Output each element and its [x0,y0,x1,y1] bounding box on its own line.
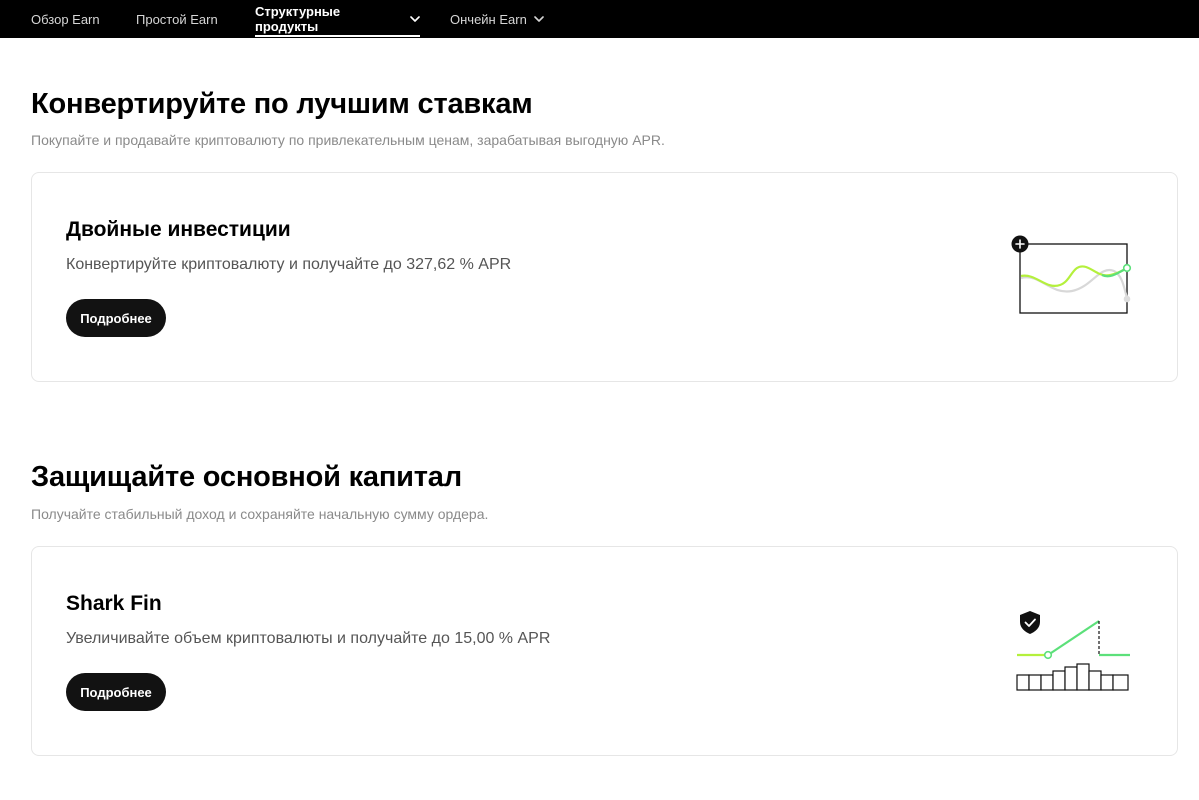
section-title: Конвертируйте по лучшим ставкам [31,88,533,120]
product-card-shark-fin: Shark Fin Увеличивайте объем криптовалют… [31,546,1178,756]
learn-more-button[interactable]: Подробнее [66,673,166,711]
chevron-down-icon [534,16,544,22]
nav-tab-label: Обзор Earn [31,11,100,27]
card-description: Увеличивайте объем криптовалюты и получа… [66,630,551,647]
card-title: Shark Fin [66,592,162,615]
nav-tab-structured-products[interactable]: Структурные продукты [255,0,420,38]
chevron-down-icon [410,16,420,22]
top-navigation: Обзор Earn Простой Earn Структурные прод… [0,0,1199,38]
nav-tab-onchain-earn[interactable]: Ончейн Earn [450,0,544,38]
dual-investment-chart-icon [1010,235,1134,322]
learn-more-button[interactable]: Подробнее [66,299,166,337]
nav-tab-simple-earn[interactable]: Простой Earn [136,0,218,38]
nav-tab-label: Ончейн Earn [450,11,527,27]
card-description: Конвертируйте криптовалюту и получайте д… [66,256,512,273]
nav-tab-earn-overview[interactable]: Обзор Earn [31,0,100,38]
card-title: Двойные инвестиции [66,218,291,241]
section-title: Защищайте основной капитал [31,461,462,493]
nav-tab-label: Простой Earn [136,11,218,27]
section-subtitle: Покупайте и продавайте криптовалюту по п… [31,132,665,148]
product-card-dual-investment: Двойные инвестиции Конвертируйте криптов… [31,172,1178,382]
shark-fin-chart-icon [1015,609,1135,698]
section-subtitle: Получайте стабильный доход и сохраняйте … [31,506,489,522]
nav-tab-label: Структурные продукты [255,4,341,34]
